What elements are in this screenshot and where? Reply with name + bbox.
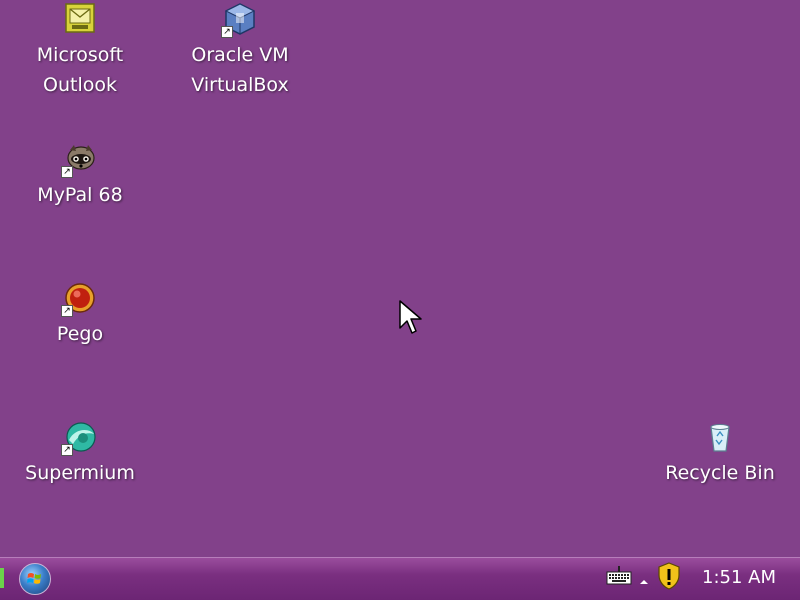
icon-label-line1: Oracle VM bbox=[191, 44, 289, 66]
start-button[interactable] bbox=[19, 563, 51, 595]
icon-label-line2: VirtualBox bbox=[191, 74, 289, 96]
shortcut-arrow-icon: ↗ bbox=[61, 166, 73, 178]
desktop-icon-recycle-bin[interactable]: Recycle Bin bbox=[660, 420, 780, 488]
icon-label: MyPal 68 bbox=[37, 184, 123, 206]
tray-security-shield[interactable] bbox=[657, 562, 681, 594]
icon-label-line1: Microsoft bbox=[36, 44, 124, 66]
taskbar-left-edge bbox=[0, 568, 4, 588]
desktop-icon-mypal-68[interactable]: ↗ MyPal 68 bbox=[20, 142, 140, 210]
shortcut-arrow-icon: ↗ bbox=[61, 444, 73, 456]
show-hidden-icons-button[interactable] bbox=[638, 572, 650, 591]
show-hidden-icons-chevron bbox=[640, 580, 648, 584]
icon-label-line2: Outlook bbox=[43, 74, 117, 96]
desktop-icon-pego[interactable]: ↗ Pego bbox=[20, 281, 140, 349]
recycle-bin-icon bbox=[703, 420, 737, 454]
mypal-icon: ↗ bbox=[61, 142, 97, 178]
outlook-icon bbox=[63, 2, 97, 36]
shortcut-arrow-icon: ↗ bbox=[61, 305, 73, 317]
icon-label: Recycle Bin bbox=[665, 462, 775, 484]
supermium-icon: ↗ bbox=[61, 420, 97, 456]
pego-icon: ↗ bbox=[61, 281, 97, 317]
icon-label: Pego bbox=[56, 323, 104, 345]
taskbar[interactable]: 1:51 AM bbox=[0, 557, 800, 600]
desktop[interactable]: Microsoft Outlook ↗ Oracle VM VirtualBox bbox=[0, 0, 800, 557]
desktop-icon-supermium[interactable]: ↗ Supermium bbox=[20, 420, 140, 488]
mouse-pointer-icon bbox=[399, 300, 422, 334]
keyboard-icon bbox=[606, 566, 632, 585]
tray-keyboard[interactable] bbox=[606, 564, 632, 590]
desktop-icon-microsoft-outlook[interactable]: Microsoft Outlook bbox=[20, 2, 140, 100]
desktop-icon-oracle-vm-virtualbox[interactable]: ↗ Oracle VM VirtualBox bbox=[180, 2, 300, 100]
taskbar-clock[interactable]: 1:51 AM bbox=[702, 567, 776, 588]
security-shield-icon bbox=[658, 562, 680, 590]
virtualbox-icon: ↗ bbox=[221, 2, 257, 38]
windows-start-orb-icon bbox=[27, 573, 41, 584]
shortcut-arrow-icon: ↗ bbox=[221, 26, 233, 38]
icon-label: Supermium bbox=[25, 462, 135, 484]
